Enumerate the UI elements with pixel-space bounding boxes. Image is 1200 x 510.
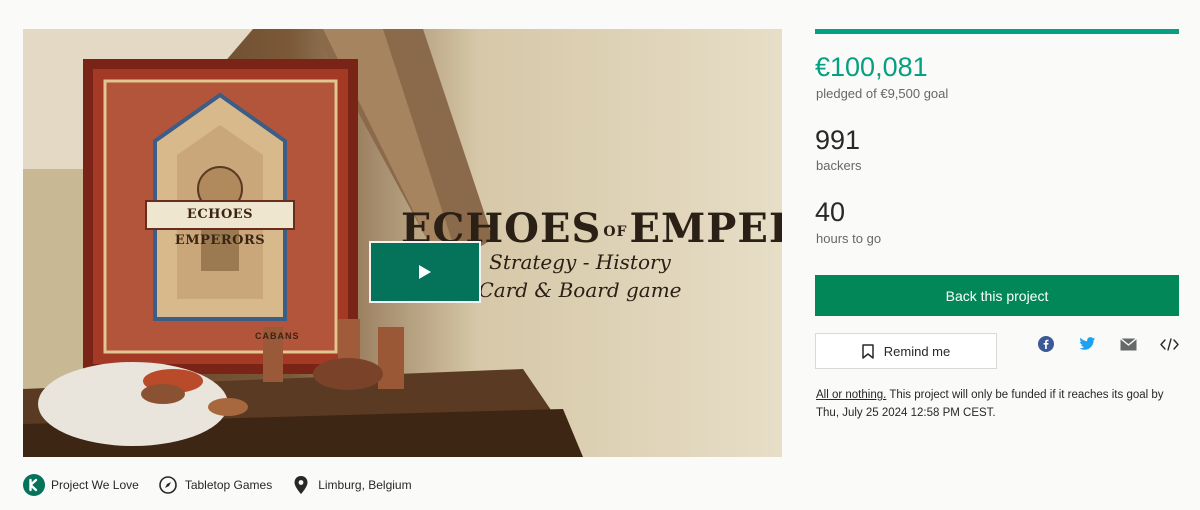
compass-icon: [157, 474, 179, 496]
funding-progress-bar: [815, 29, 1179, 34]
location-pin-icon: [290, 474, 312, 496]
box-title-label: ECHOES EMPERORS: [145, 200, 295, 248]
funding-progress-fill: [815, 29, 1179, 34]
title-emperors: EMPERORS: [629, 205, 782, 252]
video-subtitle-2: Card & Board game: [478, 278, 682, 302]
tag-label: Limburg, Belgium: [318, 478, 412, 492]
facebook-icon[interactable]: [1035, 335, 1057, 353]
play-button[interactable]: [369, 241, 481, 303]
box-publisher-label: CABANS: [255, 331, 300, 341]
tag-location[interactable]: Limburg, Belgium: [290, 474, 412, 496]
tag-label: Tabletop Games: [184, 478, 273, 492]
title-of: OF: [603, 224, 628, 240]
kickstarter-badge-icon: [23, 474, 45, 496]
tag-label: Project We Love: [51, 478, 139, 492]
time-remaining-label: hours to go: [816, 231, 882, 246]
pledged-amount: €100,081: [815, 52, 928, 82]
all-or-nothing-notice: All or nothing. This project will only b…: [816, 386, 1182, 422]
pledged-goal-text: pledged of €9,500 goal: [816, 86, 949, 101]
back-this-project-button[interactable]: Back this project: [815, 275, 1179, 316]
project-video[interactable]: ECHOES EMPERORS CABANS ECHOESOFEMPERORS …: [23, 29, 782, 457]
remind-me-label: Remind me: [883, 343, 951, 359]
tag-project-we-love[interactable]: Project We Love: [23, 474, 139, 496]
remind-me-button[interactable]: Remind me: [815, 333, 997, 369]
tag-category[interactable]: Tabletop Games: [157, 474, 272, 496]
email-icon[interactable]: [1117, 335, 1139, 353]
embed-icon[interactable]: [1158, 335, 1180, 353]
bookmark-icon: [862, 343, 874, 359]
all-or-nothing-link[interactable]: All or nothing.: [816, 389, 886, 401]
twitter-icon[interactable]: [1076, 335, 1098, 353]
time-remaining: 40: [815, 197, 846, 227]
play-icon: [419, 265, 431, 279]
video-subtitle-1: Strategy - History: [489, 250, 671, 274]
backers-count: 991: [815, 125, 861, 155]
project-tags: Project We Love Tabletop Games Limburg, …: [23, 472, 430, 498]
backers-label: backers: [816, 158, 862, 173]
